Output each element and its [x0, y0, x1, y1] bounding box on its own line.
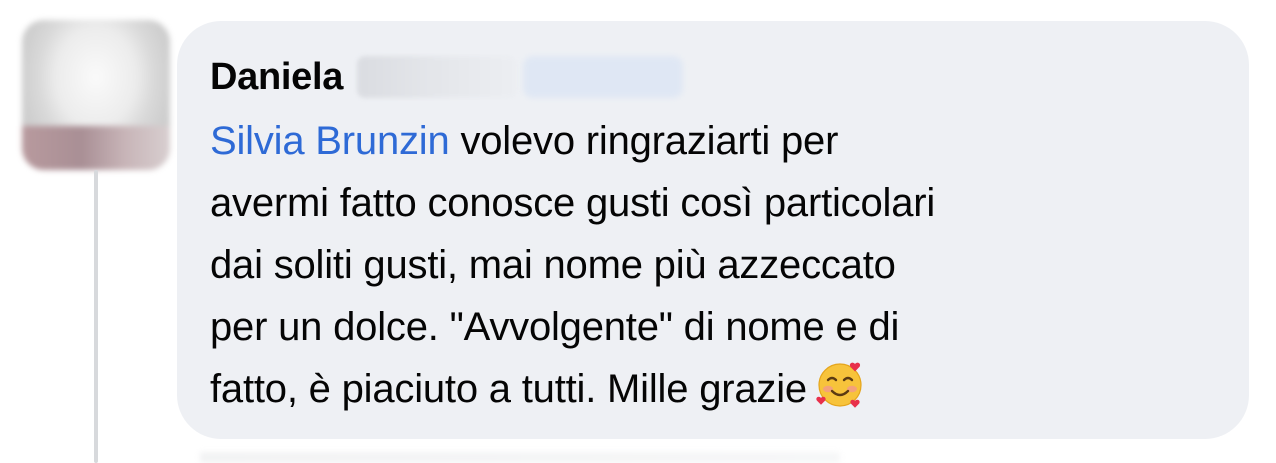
avatar[interactable]: [22, 20, 170, 170]
comment-author-row: Daniela: [210, 50, 684, 104]
author-name[interactable]: Daniela: [210, 56, 343, 99]
mention-link[interactable]: Silvia Brunzin: [210, 119, 450, 163]
next-comment-preview: [200, 452, 840, 463]
comment-line-5: fatto, è piaciuto a tutti. Mille grazie: [210, 367, 807, 411]
author-badge: [523, 56, 684, 98]
comment-line-4: per un dolce. "Avvolgente" di nome e di: [210, 305, 900, 349]
smiling-face-with-hearts-icon: [815, 360, 865, 428]
comment-line-1: volevo ringraziarti per: [449, 119, 839, 163]
comment-thread: Daniela Silvia Brunzin volevo ringraziar…: [0, 0, 1276, 463]
comment-line-3: dai soliti gusti, mai nome più azzeccato: [210, 243, 896, 287]
thread-connector-line: [94, 170, 98, 463]
redacted-surname: [357, 56, 518, 98]
comment-body: Silvia Brunzin volevo ringraziarti per av…: [210, 110, 1230, 428]
comment-line-2: avermi fatto conosce gusti così particol…: [210, 181, 936, 225]
